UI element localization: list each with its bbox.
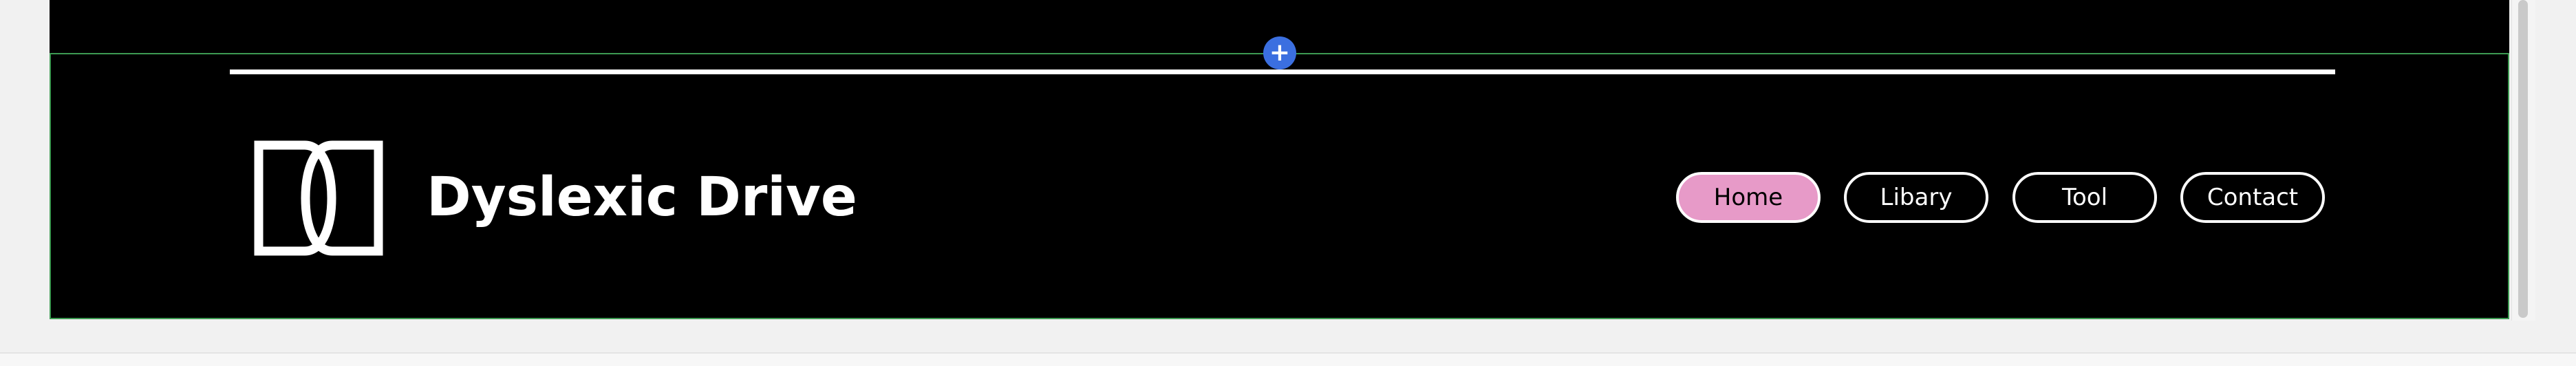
add-section-plus-icon[interactable]: + — [1263, 36, 1296, 69]
nav-tool-button[interactable]: Tool — [2012, 172, 2157, 223]
editor-canvas: Dyslexic Drive Home Libary Tool Contact … — [0, 0, 2576, 366]
divider-line — [230, 69, 2335, 74]
brand-name[interactable]: Dyslexic Drive — [427, 163, 857, 232]
nav-libary-button[interactable]: Libary — [1844, 172, 1988, 223]
header-section[interactable]: Dyslexic Drive Home Libary Tool Contact — [50, 53, 2509, 319]
scrollbar-thumb[interactable] — [2518, 0, 2528, 318]
bottom-strip — [0, 352, 2576, 366]
nav-contact-button[interactable]: Contact — [2180, 172, 2325, 223]
nav-home-button[interactable]: Home — [1676, 172, 1821, 223]
interlocking-d-logo-icon[interactable] — [253, 140, 384, 257]
